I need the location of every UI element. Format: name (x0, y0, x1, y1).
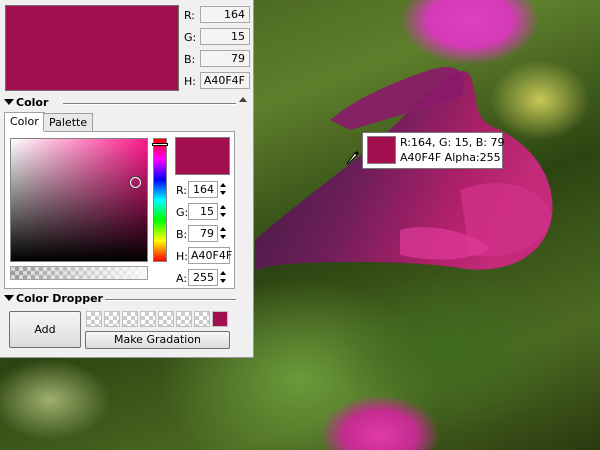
dropper-section-title: Color Dropper (16, 292, 103, 305)
color-slot[interactable] (140, 311, 156, 327)
color-slot[interactable] (86, 311, 102, 327)
dropper-section-header[interactable]: Color Dropper (3, 292, 236, 306)
tooltip-rgb-text: R:164, G: 15, B: 79 (400, 136, 505, 149)
b-label: B: (176, 228, 188, 241)
g-input[interactable]: 15 (188, 203, 218, 220)
spin-up-icon[interactable] (220, 271, 226, 275)
g-spinner[interactable] (218, 203, 229, 220)
color-tooltip: R:164, G: 15, B: 79 A40F4F Alpha:255 (362, 132, 505, 169)
spin-up-icon[interactable] (220, 183, 226, 187)
make-gradation-button[interactable]: Make Gradation (85, 331, 230, 349)
g-readout: 15 (200, 28, 250, 45)
r-input[interactable]: 164 (188, 181, 218, 198)
b-label: B: (184, 53, 196, 66)
color-slot[interactable] (158, 311, 174, 327)
current-color-swatch (5, 5, 179, 91)
r-readout: 164 (200, 6, 250, 23)
color-section-header[interactable]: Color (3, 96, 236, 110)
spin-down-icon[interactable] (220, 235, 226, 239)
alpha-slider[interactable] (10, 266, 148, 280)
color-slot[interactable] (176, 311, 192, 327)
alpha-input[interactable]: 255 (188, 269, 218, 286)
color-picker-panel: R: 164 G: 15 B: 79 H: A40F4F Color Color… (0, 0, 254, 358)
b-spinner[interactable] (218, 225, 229, 242)
b-input[interactable]: 79 (188, 225, 218, 242)
g-label: G: (184, 31, 197, 44)
eyedropper-icon (346, 151, 359, 165)
r-label: R: (184, 9, 196, 22)
tab-palette[interactable]: Palette (43, 113, 94, 131)
h-label: H: (176, 250, 188, 263)
collapse-triangle-icon (4, 99, 14, 105)
h-label: H: (184, 75, 196, 88)
hue-marker[interactable] (152, 143, 168, 146)
spin-down-icon[interactable] (220, 191, 226, 195)
r-label: R: (176, 184, 188, 197)
color-preview-swatch (175, 137, 230, 175)
b-readout: 79 (200, 50, 250, 67)
spin-down-icon[interactable] (220, 213, 226, 217)
color-slot-filled[interactable] (212, 311, 228, 327)
tab-color[interactable]: Color (4, 112, 45, 132)
hue-slider[interactable] (153, 138, 167, 262)
color-slot[interactable] (194, 311, 210, 327)
section-divider (105, 299, 236, 301)
r-spinner[interactable] (218, 181, 229, 198)
hex-input[interactable]: A40F4F (188, 247, 232, 264)
scroll-up-arrow-icon[interactable] (239, 97, 247, 102)
alpha-spinner[interactable] (218, 269, 229, 286)
picker-cursor[interactable] (130, 177, 141, 188)
hex-readout: A40F4F (200, 72, 250, 89)
color-section-title: Color (16, 96, 49, 109)
add-button[interactable]: Add (9, 311, 81, 348)
saturation-value-picker[interactable] (10, 138, 148, 262)
spin-down-icon[interactable] (220, 279, 226, 283)
color-slot[interactable] (104, 311, 120, 327)
section-divider (63, 103, 236, 105)
tooltip-swatch (367, 136, 396, 164)
g-label: G: (176, 206, 189, 219)
spin-up-icon[interactable] (220, 227, 226, 231)
spin-up-icon[interactable] (220, 205, 226, 209)
tooltip-hex-alpha-text: A40F4F Alpha:255 (400, 151, 501, 164)
color-slot[interactable] (122, 311, 138, 327)
collapse-triangle-icon (4, 295, 14, 301)
a-label: A: (176, 272, 188, 285)
